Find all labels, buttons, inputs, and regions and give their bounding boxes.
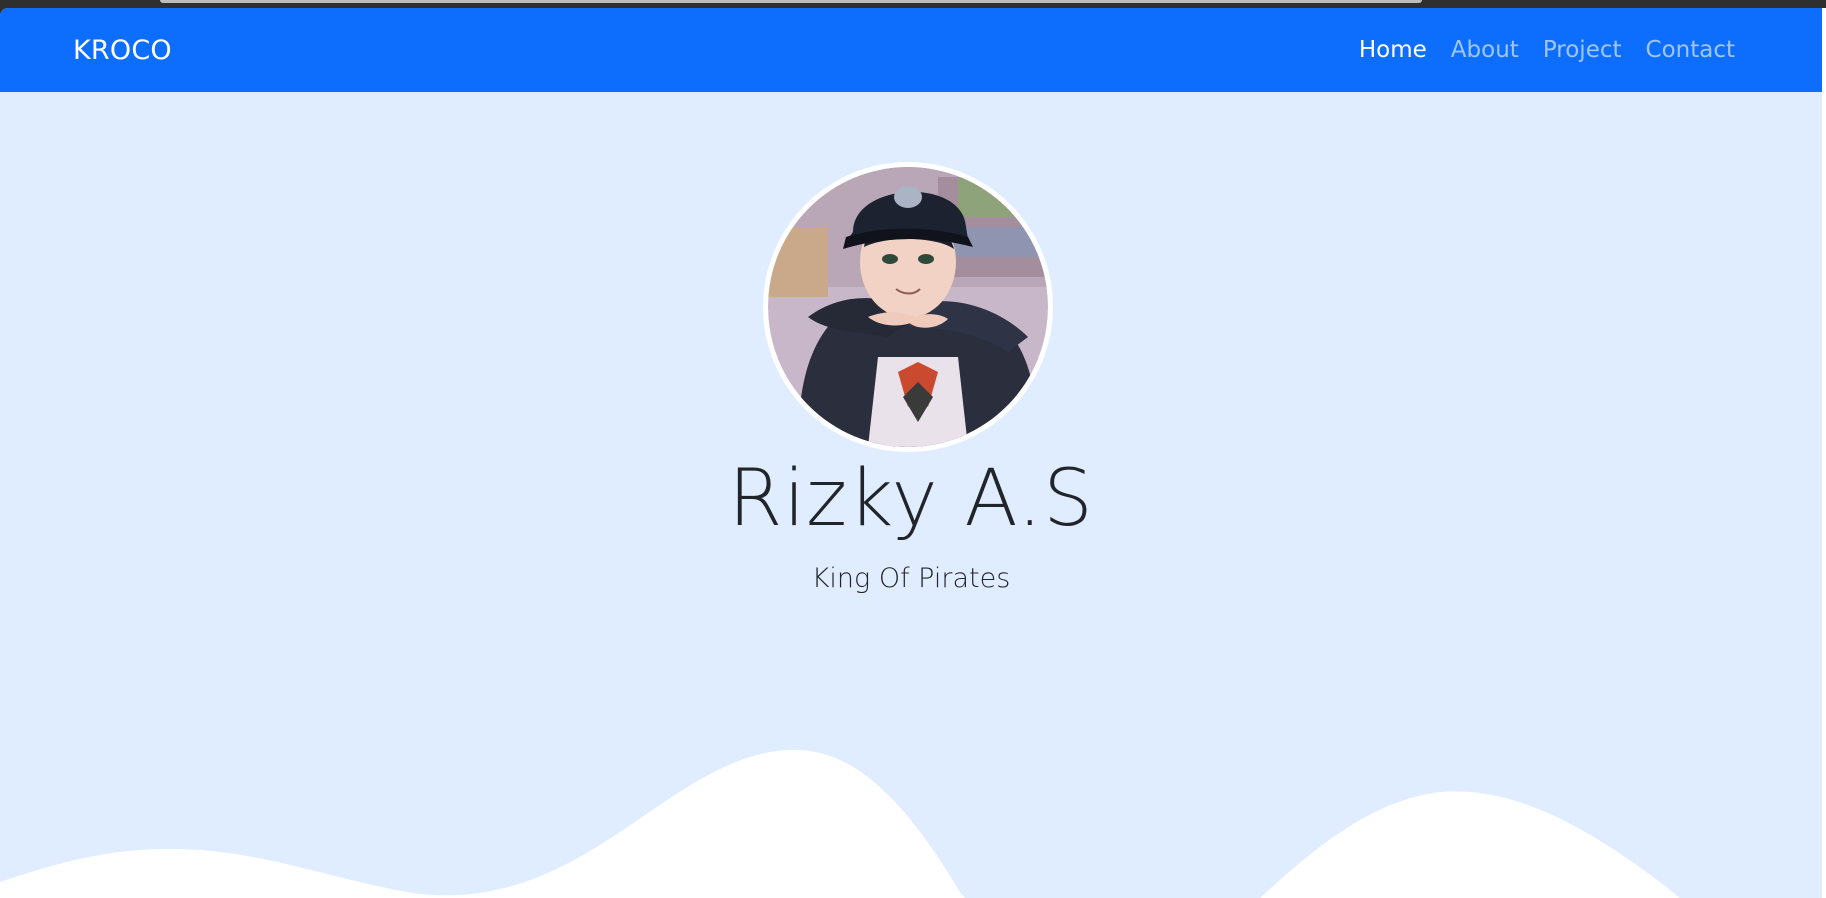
avatar bbox=[763, 162, 1053, 452]
browser-scrollbar[interactable] bbox=[160, 0, 1422, 3]
profile-avatar-illustration bbox=[768, 167, 1048, 447]
nav-link-about[interactable]: About bbox=[1451, 37, 1519, 63]
navbar: KROCO Home About Project Contact bbox=[0, 8, 1822, 92]
page-right-edge bbox=[1822, 8, 1826, 898]
page: KROCO Home About Project Contact Rizky A… bbox=[0, 8, 1822, 898]
nav-link-contact[interactable]: Contact bbox=[1646, 37, 1735, 63]
navbar-brand[interactable]: KROCO bbox=[73, 35, 172, 66]
hero-name: Rizky A.S bbox=[728, 454, 1094, 544]
hero-section: Rizky A.S King Of Pirates bbox=[0, 92, 1822, 898]
browser-top-strip bbox=[0, 0, 1826, 8]
hero-tagline: King Of Pirates bbox=[811, 563, 1011, 594]
nav-link-project[interactable]: Project bbox=[1543, 37, 1622, 63]
nav-link-home[interactable]: Home bbox=[1359, 37, 1427, 63]
nav-links: Home About Project Contact bbox=[1359, 37, 1735, 63]
